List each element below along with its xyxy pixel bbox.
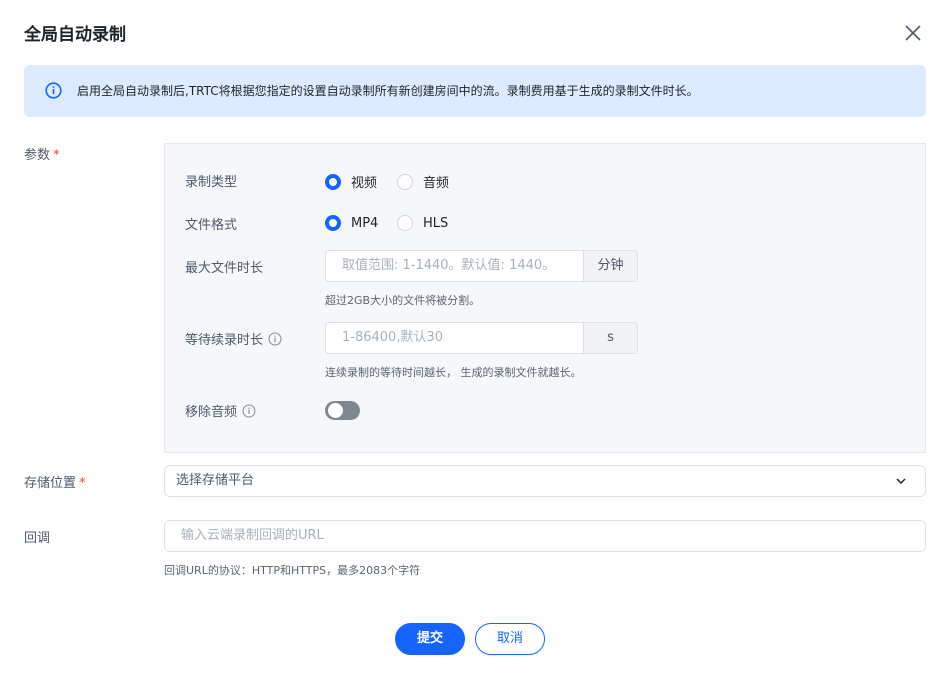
radio-hls-dot[interactable]	[397, 215, 413, 231]
max-duration-hint: 超过2GB大小的文件将被分割。	[325, 294, 481, 307]
info-banner-text: 启用全局自动录制后,TRTC将根据您指定的设置自动录制所有新创建房间中的流。录制…	[77, 84, 699, 98]
global-auto-record-dialog: 全局自动录制 启用全局自动录制后,TRTC将根据您指定的设置自动录制所有新创建房…	[0, 0, 948, 678]
file-format-label: 文件格式	[185, 218, 238, 233]
max-duration-unit: 分钟	[583, 251, 637, 281]
radio-mp4-dot[interactable]	[325, 215, 341, 231]
radio-video-label: 视频	[351, 176, 378, 191]
wait-duration-label: 等待续录时长	[185, 329, 282, 348]
wait-duration-placeholder[interactable]: 1-86400,默认30	[326, 323, 583, 353]
chevron-down-icon[interactable]	[895, 475, 907, 487]
radio-mp4-label: MP4	[351, 215, 379, 231]
radio-video-dot[interactable]	[325, 173, 341, 190]
callback-hint: 回调URL的协议：HTTP和HTTPS，最多2083个字符	[164, 564, 421, 577]
remove-audio-label: 移除音频	[185, 401, 256, 420]
params-panel: 录制类型 视频 音频 文件格式 MP4 HLS 最大文件时长 取值范围: 1-1…	[164, 143, 926, 453]
radio-audio[interactable]: 音频	[397, 172, 449, 191]
max-duration-placeholder[interactable]: 取值范围: 1-1440。默认值: 1440。	[326, 251, 583, 281]
submit-button[interactable]: 提交	[395, 623, 465, 655]
storage-label: 存储位置 *	[24, 472, 86, 491]
storage-select-value[interactable]: 选择存储平台	[176, 466, 254, 496]
storage-select[interactable]: 选择存储平台	[164, 465, 926, 497]
max-duration-input[interactable]: 取值范围: 1-1440。默认值: 1440。 分钟	[325, 250, 638, 282]
info-circle-icon[interactable]	[268, 331, 282, 346]
cancel-button[interactable]: 取消	[475, 623, 545, 655]
radio-audio-label: 音频	[423, 176, 450, 191]
radio-mp4[interactable]: MP4	[325, 215, 378, 231]
callback-url-placeholder[interactable]: 输入云端录制回调的URL	[181, 521, 324, 551]
radio-hls-label: HLS	[423, 215, 449, 231]
wait-duration-unit: s	[583, 323, 637, 353]
max-duration-label: 最大文件时长	[185, 261, 264, 276]
callback-url-input[interactable]: 输入云端录制回调的URL	[164, 520, 926, 552]
toggle-knob	[328, 403, 343, 418]
params-label-text: 参数	[24, 148, 51, 163]
dialog-title: 全局自动录制	[24, 25, 126, 45]
close-icon[interactable]	[902, 22, 924, 44]
info-circle-icon[interactable]	[242, 403, 256, 418]
radio-audio-dot[interactable]	[397, 173, 413, 190]
radio-video[interactable]: 视频	[325, 172, 377, 191]
record-type-label: 录制类型	[185, 175, 238, 190]
callback-label: 回调	[24, 531, 51, 546]
wait-duration-hint: 连续录制的等待时间越长， 生成的录制文件就越长。	[325, 366, 582, 379]
info-banner: 启用全局自动录制后,TRTC将根据您指定的设置自动录制所有新创建房间中的流。录制…	[24, 65, 926, 117]
remove-audio-toggle[interactable]	[325, 401, 360, 420]
wait-duration-input[interactable]: 1-86400,默认30 s	[325, 322, 638, 354]
remove-audio-label-text: 移除音频	[185, 405, 238, 420]
radio-hls[interactable]: HLS	[397, 215, 448, 231]
info-icon	[45, 82, 62, 99]
required-mark: *	[53, 148, 60, 163]
storage-label-text: 存储位置	[24, 476, 77, 491]
wait-duration-label-text: 等待续录时长	[185, 333, 264, 348]
params-label: 参数 *	[24, 144, 60, 163]
required-mark: *	[79, 476, 86, 491]
